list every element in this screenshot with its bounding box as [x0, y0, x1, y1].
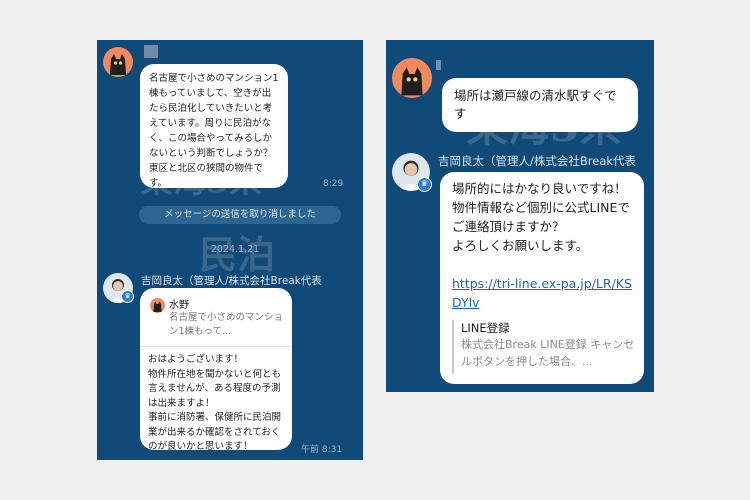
reply-message-bubble[interactable]: 水野 名古屋で小さめのマンション1棟もって... おはようございます！ 物件所在… [140, 288, 292, 452]
message-text: 場所的にはかなり良いですね！ 物件情報など個別に公式LINEでご連絡頂けますか？… [452, 181, 630, 253]
cat-avatar[interactable] [103, 47, 133, 77]
crown-icon: ♛ [121, 290, 134, 303]
sender-name: 吉岡良太（管理人/株式会社Break代表 [141, 275, 322, 287]
link-preview-title: LINE登録 [461, 321, 510, 335]
reply-quote-name: 水野 [169, 300, 189, 311]
reply-quote[interactable]: 水野 名古屋で小さめのマンション1棟もって... [148, 294, 286, 342]
message-bubble-incoming[interactable]: 場所は瀬戸線の清水駅すぐです [442, 78, 638, 132]
cat-icon [110, 54, 126, 75]
message-time: 午前 8:31 [301, 445, 343, 455]
date-divider: 2024.1.21 [210, 244, 260, 255]
watermark-text: 民泊 [199, 232, 276, 277]
unsent-notice: メッセージの送信を取り消しました [139, 206, 341, 224]
cat-icon [153, 301, 162, 312]
line-registration-link[interactable]: https://tri-line.ex-pa.jp/LR/KSDYlv [452, 274, 636, 312]
message-text: おはようございます！ 物件所在地を聞かないと何とも言えませんが、ある程度の予測は… [148, 354, 282, 452]
cat-avatar [150, 298, 165, 313]
link-preview-description: 株式会社Break LINE登録 キャンセルボタンを押した場合、... [461, 338, 635, 368]
chat-screenshot-right: 東海3県 場所は瀬戸線の清水駅すぐです ♛ 吉岡良太（管理人/株式会社Break… [386, 40, 654, 392]
message-text: 名古屋で小さめのマンション1棟もっていまして、空きが出たら民泊化していきたいと考… [149, 73, 279, 189]
reply-divider [140, 346, 292, 347]
sender-name-redacted [436, 60, 441, 70]
message-bubble-incoming[interactable]: 名古屋で小さめのマンション1棟もっていまして、空きが出たら民泊化していきたいと考… [140, 64, 288, 189]
message-time: 8:29 [323, 179, 344, 189]
chat-screenshot-left: 東海3県 民泊 名古屋で小さめのマンション1棟もっていまして、空きが出たら民泊化… [97, 40, 363, 460]
crown-icon: ♛ [417, 177, 432, 192]
cat-avatar[interactable] [392, 58, 432, 98]
cat-icon [401, 67, 423, 96]
sender-name: 吉岡良太（管理人/株式会社Break代表 [438, 154, 637, 168]
sender-name-redacted [144, 45, 158, 58]
message-text: 場所は瀬戸線の清水駅すぐです [454, 88, 617, 121]
reply-quote-text: 名古屋で小さめのマンション1棟もって... [169, 312, 284, 337]
link-preview-card[interactable]: LINE登録 株式会社Break LINE登録 キャンセルボタンを押した場合、.… [452, 320, 636, 374]
message-bubble-with-link[interactable]: 場所的にはかなり良いですね！ 物件情報など個別に公式LINEでご連絡頂けますか？… [440, 172, 644, 384]
